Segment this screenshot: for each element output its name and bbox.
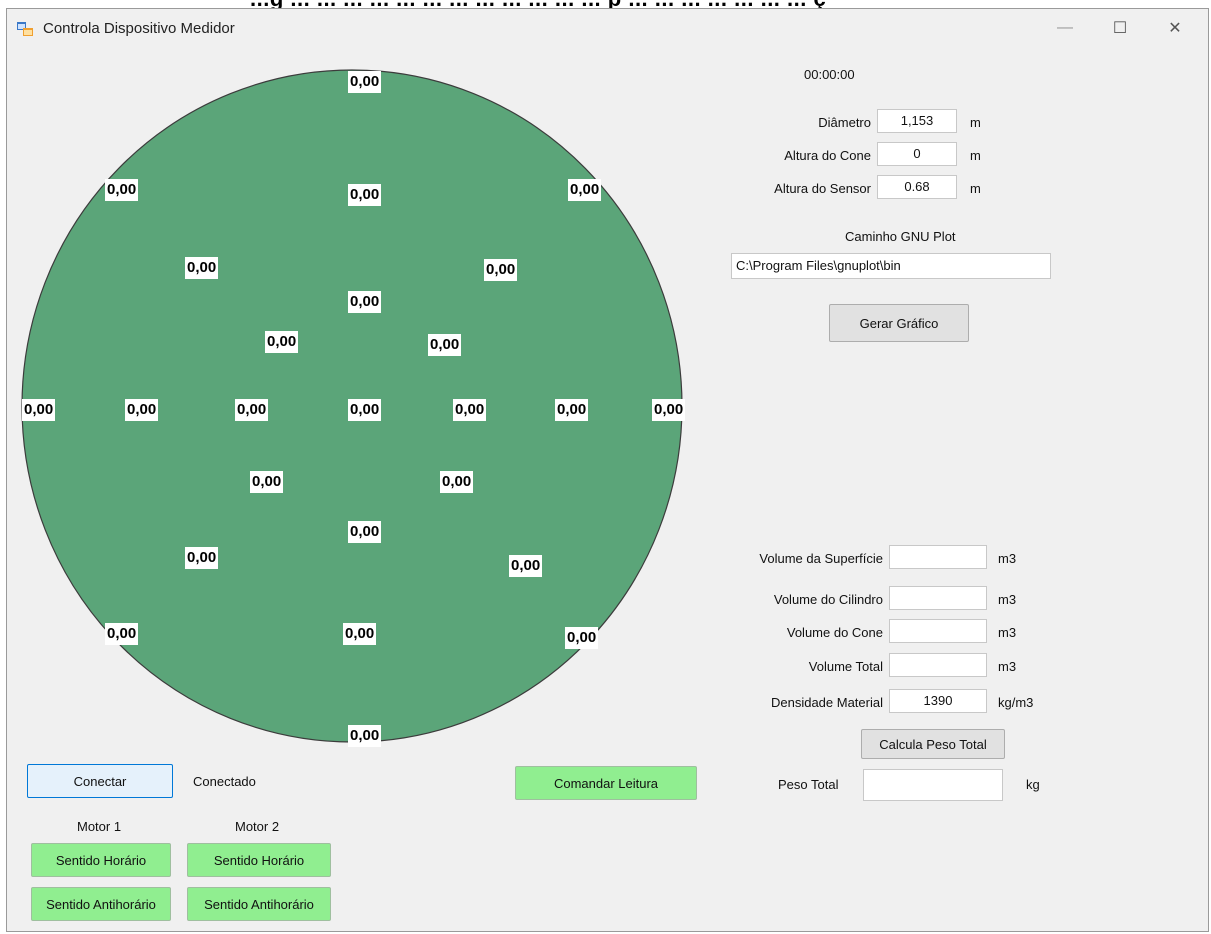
connect-button[interactable]: Conectar xyxy=(27,764,173,798)
gnuplot-label: Caminho GNU Plot xyxy=(845,229,956,244)
total-weight-label: Peso Total xyxy=(778,777,839,792)
motor1-label: Motor 1 xyxy=(77,819,122,834)
reading-value: 0,00 xyxy=(453,399,487,421)
reading-value: 0,00 xyxy=(265,331,299,353)
cone-volume-label: Volume do Cone xyxy=(786,625,883,640)
cylinder-volume-unit: m3 xyxy=(998,592,1017,607)
cone-volume-unit: m3 xyxy=(998,625,1017,640)
total-weight-field[interactable] xyxy=(863,769,1003,801)
reading-value: 0,00 xyxy=(568,179,602,201)
reading-value: 0,00 xyxy=(565,627,599,649)
maximize-icon: ☐ xyxy=(1112,20,1128,37)
surface-volume-label: Volume da Superfície xyxy=(759,551,883,566)
close-button[interactable]: ✕ xyxy=(1152,9,1198,47)
diametro-label: Diâmetro xyxy=(818,115,871,130)
reading-value: 0,00 xyxy=(484,259,518,281)
density-unit: kg/m3 xyxy=(998,695,1034,710)
reading-value: 0,00 xyxy=(440,471,474,493)
surface-volume-unit: m3 xyxy=(998,551,1017,566)
calc-total-weight-button[interactable]: Calcula Peso Total xyxy=(861,729,1005,759)
reading-value: 0,00 xyxy=(125,399,159,421)
minimize-icon: — xyxy=(1057,19,1073,36)
reading-value: 0,00 xyxy=(348,521,382,543)
reading-value: 0,00 xyxy=(250,471,284,493)
motor2-counterclockwise-button[interactable]: Sentido Antihorário xyxy=(187,887,331,921)
app-icon xyxy=(17,22,33,36)
close-icon: ✕ xyxy=(1168,20,1182,37)
page-header-partial: ...g ... ... ... ... ... ... ... ... ...… xyxy=(0,0,1211,8)
diametro-unit: m xyxy=(970,115,981,130)
motor2-label: Motor 2 xyxy=(235,819,280,834)
window-title: Controla Dispositivo Medidor xyxy=(43,20,235,37)
connection-status: Conectado xyxy=(193,774,256,789)
diametro-field[interactable]: 1,153 xyxy=(877,109,957,133)
title-bar: Controla Dispositivo Medidor — ☐ ✕ xyxy=(7,9,1208,47)
reading-value: 0,00 xyxy=(652,399,686,421)
cylinder-volume-field[interactable] xyxy=(889,586,987,610)
motor1-clockwise-button[interactable]: Sentido Horário xyxy=(31,843,171,877)
reading-value: 0,00 xyxy=(509,555,543,577)
cone-height-label: Altura do Cone xyxy=(784,148,871,163)
reading-value: 0,00 xyxy=(185,547,219,569)
reading-value: 0,00 xyxy=(235,399,269,421)
reading-value: 0,00 xyxy=(348,291,382,313)
reading-value: 0,00 xyxy=(343,623,377,645)
reading-value: 0,00 xyxy=(105,623,139,645)
reading-value: 0,00 xyxy=(348,71,382,93)
cone-height-field[interactable]: 0 xyxy=(877,142,957,166)
sensor-height-unit: m xyxy=(970,181,981,196)
total-weight-unit: kg xyxy=(1026,777,1040,792)
density-field[interactable]: 1390 xyxy=(889,689,987,713)
command-reading-button[interactable]: Comandar Leitura xyxy=(515,766,697,800)
cone-volume-field[interactable] xyxy=(889,619,987,643)
generate-graph-button[interactable]: Gerar Gráfico xyxy=(829,304,969,342)
surface-volume-field[interactable] xyxy=(889,545,987,569)
cylinder-volume-label: Volume do Cilindro xyxy=(773,592,883,607)
app-window: Controla Dispositivo Medidor — ☐ ✕ 0,00 0… xyxy=(6,8,1209,932)
reading-value: 0,00 xyxy=(348,399,382,421)
reading-value: 0,00 xyxy=(348,184,382,206)
sensor-height-field[interactable]: 0.68 xyxy=(877,175,957,199)
maximize-button[interactable]: ☐ xyxy=(1097,9,1143,47)
timer-display: 00:00:00 xyxy=(804,67,855,82)
cone-height-unit: m xyxy=(970,148,981,163)
reading-value: 0,00 xyxy=(555,399,589,421)
motor2-clockwise-button[interactable]: Sentido Horário xyxy=(187,843,331,877)
reading-value: 0,00 xyxy=(105,179,139,201)
total-volume-unit: m3 xyxy=(998,659,1017,674)
gnuplot-path-field[interactable]: C:\Program Files\gnuplot\bin xyxy=(731,253,1051,279)
motor1-counterclockwise-button[interactable]: Sentido Antihorário xyxy=(31,887,171,921)
density-label: Densidade Material xyxy=(770,695,883,710)
sensor-height-label: Altura do Sensor xyxy=(774,181,871,196)
reading-value: 0,00 xyxy=(348,725,382,747)
total-volume-label: Volume Total xyxy=(808,659,883,674)
total-volume-field[interactable] xyxy=(889,653,987,677)
reading-value: 0,00 xyxy=(428,334,462,356)
reading-value: 0,00 xyxy=(185,257,219,279)
reading-value: 0,00 xyxy=(22,399,56,421)
minimize-button[interactable]: — xyxy=(1042,9,1088,47)
